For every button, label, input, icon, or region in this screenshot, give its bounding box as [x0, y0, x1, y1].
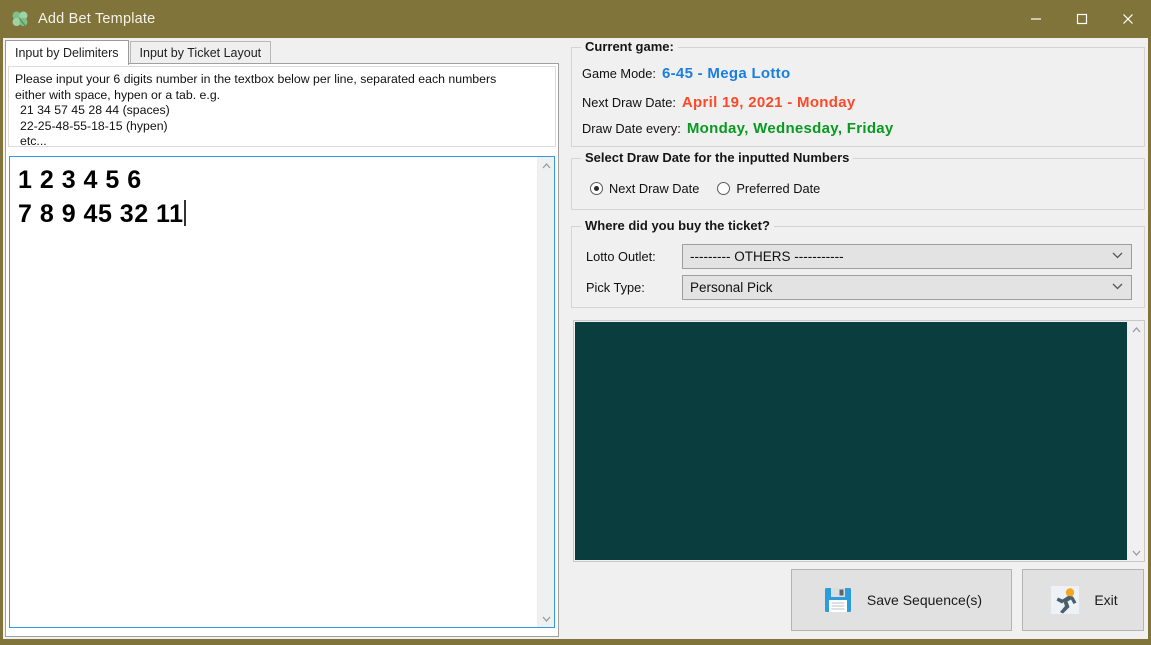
lotto-outlet-label: Lotto Outlet: — [586, 249, 656, 264]
lotto-outlet-select[interactable]: --------- OTHERS ----------- — [682, 244, 1132, 269]
pick-type-row: Pick Type: Personal Pick — [586, 275, 1132, 300]
numbers-textarea[interactable]: 1 2 3 4 5 6 7 8 9 45 32 11 — [9, 156, 555, 628]
scroll-up-icon[interactable] — [1128, 321, 1145, 338]
instructions-line-4: 22-25-48-55-18-15 (hypen) — [20, 118, 168, 133]
exit-button[interactable]: Exit — [1022, 569, 1144, 631]
radio-next-draw-date[interactable] — [590, 182, 603, 195]
draw-date-every-value: Monday, Wednesday, Friday — [686, 120, 894, 137]
sequences-list-scrollbar[interactable] — [1127, 321, 1144, 561]
current-game-group: Current game: Game Mode: 6-45 - Mega Lot… — [571, 39, 1145, 147]
current-game-title: Current game: — [581, 39, 678, 54]
game-mode-value: 6-45 - Mega Lotto — [661, 65, 791, 82]
client-area: Input by Delimiters Input by Ticket Layo… — [3, 38, 1148, 639]
tab-page-delimiters: Please input your 6 digits number in the… — [5, 63, 559, 637]
running-man-icon — [1048, 583, 1082, 617]
tab-label: Input by Ticket Layout — [139, 46, 262, 60]
draw-date-every-label: Draw Date every: — [582, 121, 681, 136]
save-sequences-button[interactable]: Save Sequence(s) — [791, 569, 1012, 631]
pick-type-value: Personal Pick — [690, 280, 773, 295]
chevron-down-icon — [1112, 252, 1123, 262]
scroll-up-icon[interactable] — [538, 157, 555, 174]
radio-preferred-date-label: Preferred Date — [736, 181, 821, 196]
draw-date-every-row: Draw Date every: Monday, Wednesday, Frid… — [582, 120, 894, 137]
text-caret — [184, 200, 187, 226]
tab-input-by-ticket-layout[interactable]: Input by Ticket Layout — [129, 41, 272, 64]
where-bought-group: Where did you buy the ticket? Lotto Outl… — [571, 218, 1145, 308]
instructions-line-2: either with space, hypen or a tab. e.g. — [15, 87, 221, 102]
right-pane: Current game: Game Mode: 6-45 - Mega Lot… — [567, 38, 1148, 639]
tab-label: Input by Delimiters — [15, 46, 119, 60]
instructions-panel: Please input your 6 digits number in the… — [8, 66, 556, 147]
scroll-down-icon[interactable] — [1128, 544, 1145, 561]
numbers-line-2: 7 8 9 45 32 11 — [18, 200, 184, 228]
instructions-line-3: 21 34 57 45 28 44 (spaces) — [20, 103, 170, 117]
close-icon[interactable] — [1105, 0, 1151, 38]
sequences-list-surface[interactable] — [575, 322, 1128, 560]
radio-preferred-date[interactable] — [717, 182, 731, 195]
floppy-disk-icon — [821, 583, 855, 617]
sequences-list-panel[interactable] — [573, 320, 1145, 562]
window-title: Add Bet Template — [38, 11, 156, 27]
draw-date-radio-group: Next Draw Date Preferred Date — [590, 181, 838, 196]
pick-type-select[interactable]: Personal Pick — [682, 275, 1132, 300]
left-pane: Input by Delimiters Input by Ticket Layo… — [3, 38, 559, 639]
instructions-line-1: Please input your 6 digits number in the… — [15, 72, 497, 86]
tab-strip: Input by Delimiters Input by Ticket Layo… — [5, 40, 559, 65]
select-draw-date-title: Select Draw Date for the inputted Number… — [581, 150, 854, 165]
game-mode-row: Game Mode: 6-45 - Mega Lotto — [582, 65, 790, 82]
game-mode-label: Game Mode: — [582, 66, 656, 81]
title-bar: Add Bet Template — [0, 0, 1151, 38]
numbers-textarea-content: 1 2 3 4 5 6 7 8 9 45 32 11 — [10, 157, 536, 627]
pick-type-label: Pick Type: — [586, 280, 645, 295]
window-controls — [1013, 0, 1151, 38]
radio-next-draw-date-label: Next Draw Date — [609, 181, 700, 196]
exit-label: Exit — [1094, 592, 1118, 608]
application-window: Add Bet Template Input by Delimiters Inp… — [0, 0, 1151, 645]
numbers-line-1: 1 2 3 4 5 6 — [18, 166, 142, 194]
numbers-textarea-scrollbar[interactable] — [537, 157, 554, 627]
next-draw-date-label: Next Draw Date: — [582, 95, 676, 110]
chevron-down-icon — [1112, 283, 1123, 293]
maximize-icon[interactable] — [1059, 0, 1105, 38]
minimize-icon[interactable] — [1013, 0, 1059, 38]
save-sequences-label: Save Sequence(s) — [866, 592, 983, 608]
clover-icon — [10, 9, 30, 29]
tab-input-by-delimiters[interactable]: Input by Delimiters — [5, 40, 129, 65]
next-draw-date-row: Next Draw Date: April 19, 2021 - Monday — [582, 94, 856, 111]
instructions-line-5: etc... — [20, 134, 47, 147]
lotto-outlet-value: --------- OTHERS ----------- — [690, 249, 844, 264]
select-draw-date-group: Select Draw Date for the inputted Number… — [571, 150, 1145, 210]
next-draw-date-value: April 19, 2021 - Monday — [681, 94, 856, 111]
where-bought-title: Where did you buy the ticket? — [581, 218, 774, 233]
lotto-outlet-row: Lotto Outlet: --------- OTHERS ---------… — [586, 244, 1132, 269]
scroll-down-icon[interactable] — [538, 610, 555, 627]
